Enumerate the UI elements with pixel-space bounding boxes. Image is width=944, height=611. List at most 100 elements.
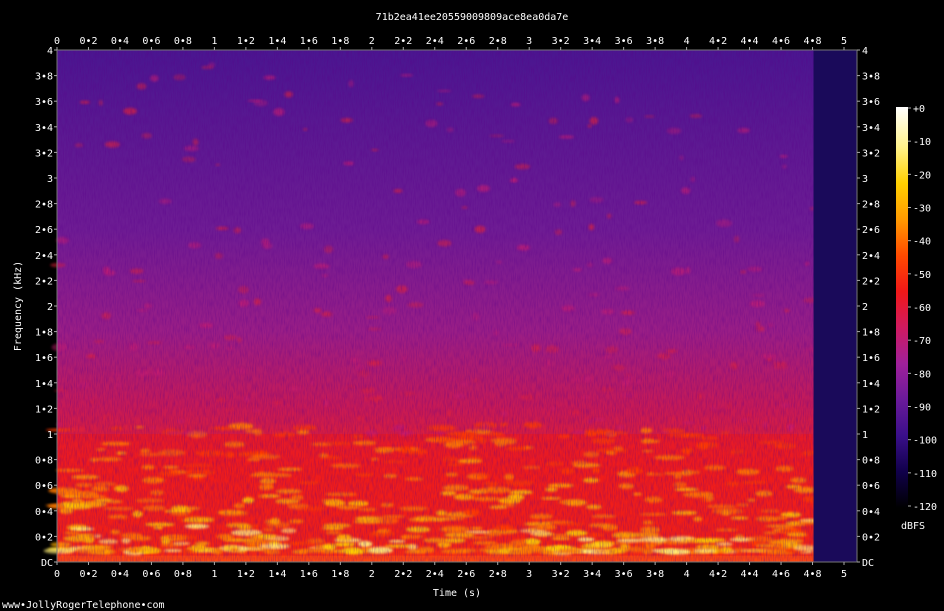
x-tick-label: 3•8 xyxy=(646,36,664,47)
y-tick-label: 4 xyxy=(47,46,53,57)
y-tick-label: 1•4 xyxy=(35,379,53,390)
colorbar-tick-label: -70 xyxy=(913,336,931,347)
spectrogram-chart: 71b2ea41ee20559009809ace8ea0da7e 0 0•2 0•4… xyxy=(2,12,937,611)
x-tick-label: 0•6 xyxy=(142,569,160,580)
x-tick-label: 5 xyxy=(841,36,847,47)
y-tick-label: 3•2 xyxy=(862,148,880,159)
x-tick-label: 3•4 xyxy=(583,569,601,580)
x-tick-label: 3•2 xyxy=(552,36,570,47)
colorbar-tick-label: -110 xyxy=(913,469,937,480)
colorbar: +0 -10 -20 -30 -40 -50 -60 -70 -80 -90 -100 -110 -12… xyxy=(896,104,937,532)
x-tick-label: 4•8 xyxy=(803,569,821,580)
x-tick-label: 1•2 xyxy=(237,36,255,47)
y-tick-label: 2•6 xyxy=(862,225,880,236)
y-tick-label: 3•8 xyxy=(862,72,880,83)
y-tick-label: 3•4 xyxy=(862,123,880,134)
x-axis-bottom: 0 0•2 0•4 0•6 0•8 1 1•2 1•4 1•6 1•8 2 2•2 2•4 2•6 2•8 3… xyxy=(54,562,847,580)
x-tick-label: 4•4 xyxy=(741,36,759,47)
colorbar-tick-label: -90 xyxy=(913,403,931,414)
x-tick-label: 0•8 xyxy=(174,569,192,580)
colorbar-tick-label: -10 xyxy=(913,137,931,148)
y-tick-label: 2•2 xyxy=(35,276,53,287)
y-tick-label: 2•8 xyxy=(35,200,53,211)
x-tick-label: 0•4 xyxy=(111,36,129,47)
colorbar-tick-label: -100 xyxy=(913,436,937,447)
x-tick-label: 1•4 xyxy=(268,36,286,47)
x-tick-label: 4•2 xyxy=(709,569,727,580)
x-tick-label: 1•6 xyxy=(300,569,318,580)
y-tick-label: 3•4 xyxy=(35,123,53,134)
y-tick-label: 0•2 xyxy=(862,532,880,543)
x-tick-label: 2•6 xyxy=(457,36,475,47)
x-tick-label: 3 xyxy=(526,36,532,47)
x-tick-label: 2•8 xyxy=(489,36,507,47)
y-axis-right: DC 0•2 0•4 0•6 0•8 1 1•2 1•4 1•6 1•8 2 2•2 2•4 2•6 2•8… xyxy=(857,46,880,569)
y-tick-label: DC xyxy=(41,558,53,569)
x-tick-label: 0•2 xyxy=(79,36,97,47)
y-tick-label: 0•4 xyxy=(862,507,880,518)
colorbar-tick-label: -20 xyxy=(913,170,931,181)
y-tick-label: DC xyxy=(862,558,874,569)
x-tick-label: 4•6 xyxy=(772,36,790,47)
x-tick-label: 0 xyxy=(54,36,60,47)
x-tick-label: 2 xyxy=(369,569,375,580)
y-tick-label: 2•6 xyxy=(35,225,53,236)
y-tick-label: 3•6 xyxy=(35,97,53,108)
x-axis-label: Time (s) xyxy=(433,588,481,599)
y-tick-label: 4 xyxy=(862,46,868,57)
y-tick-label: 0•8 xyxy=(35,456,53,467)
x-tick-label: 2 xyxy=(369,36,375,47)
y-tick-label: 2•4 xyxy=(35,251,53,262)
colorbar-tick-label: -120 xyxy=(913,502,937,513)
x-tick-label: 1•6 xyxy=(300,36,318,47)
x-tick-label: 0•4 xyxy=(111,569,129,580)
y-tick-label: 3•6 xyxy=(862,97,880,108)
x-tick-label: 2•4 xyxy=(426,36,444,47)
x-tick-label: 2•2 xyxy=(394,569,412,580)
y-tick-label: 1•8 xyxy=(862,328,880,339)
x-tick-label: 3•6 xyxy=(615,36,633,47)
x-tick-label: 0•6 xyxy=(142,36,160,47)
colorbar-gradient xyxy=(896,107,908,508)
colorbar-tick-label: +0 xyxy=(913,104,925,115)
x-tick-label: 0•2 xyxy=(79,569,97,580)
x-tick-label: 4•2 xyxy=(709,36,727,47)
x-tick-label: 5 xyxy=(841,569,847,580)
colorbar-ticks: +0 -10 -20 -30 -40 -50 -60 -70 -80 -90 -100 -110 -12… xyxy=(908,104,937,513)
x-tick-label: 4•8 xyxy=(803,36,821,47)
y-tick-label: 1•2 xyxy=(862,404,880,415)
y-tick-label: 2•2 xyxy=(862,276,880,287)
y-tick-label: 3 xyxy=(862,174,868,185)
x-tick-label: 1•4 xyxy=(268,569,286,580)
y-tick-label: 0•2 xyxy=(35,532,53,543)
x-tick-label: 0•8 xyxy=(174,36,192,47)
post-audio-silence-region xyxy=(813,50,857,562)
x-axis-top: 0 0•2 0•4 0•6 0•8 1 1•2 1•4 1•6 1•8 2 2•2 2•4 2•6 2•8 3… xyxy=(54,36,847,50)
y-tick-label: 1•2 xyxy=(35,404,53,415)
x-tick-label: 1•2 xyxy=(237,569,255,580)
y-axis-label: Frequency (kHz) xyxy=(13,261,24,351)
y-tick-label: 2 xyxy=(862,302,868,313)
y-tick-label: 2•4 xyxy=(862,251,880,262)
x-tick-label: 4•6 xyxy=(772,569,790,580)
colorbar-tick-label: -80 xyxy=(913,369,931,380)
y-tick-label: 2 xyxy=(47,302,53,313)
y-tick-label: 3•2 xyxy=(35,148,53,159)
x-tick-label: 2•6 xyxy=(457,569,475,580)
x-tick-label: 2•4 xyxy=(426,569,444,580)
y-tick-label: 1•6 xyxy=(862,353,880,364)
x-tick-label: 4•4 xyxy=(741,569,759,580)
y-tick-label: 2•8 xyxy=(862,200,880,211)
chart-title: 71b2ea41ee20559009809ace8ea0da7e xyxy=(376,12,569,23)
x-tick-label: 4 xyxy=(684,36,690,47)
colorbar-tick-label: -40 xyxy=(913,237,931,248)
x-tick-label: 3•4 xyxy=(583,36,601,47)
spectrogram-noise-texture xyxy=(57,50,857,562)
y-tick-label: 1 xyxy=(47,430,53,441)
x-tick-label: 3•8 xyxy=(646,569,664,580)
y-tick-label: 3 xyxy=(47,174,53,185)
y-tick-label: 0•8 xyxy=(862,456,880,467)
y-tick-label: 1•8 xyxy=(35,328,53,339)
colorbar-label: dBFS xyxy=(901,521,925,532)
y-tick-label: 0•6 xyxy=(35,481,53,492)
